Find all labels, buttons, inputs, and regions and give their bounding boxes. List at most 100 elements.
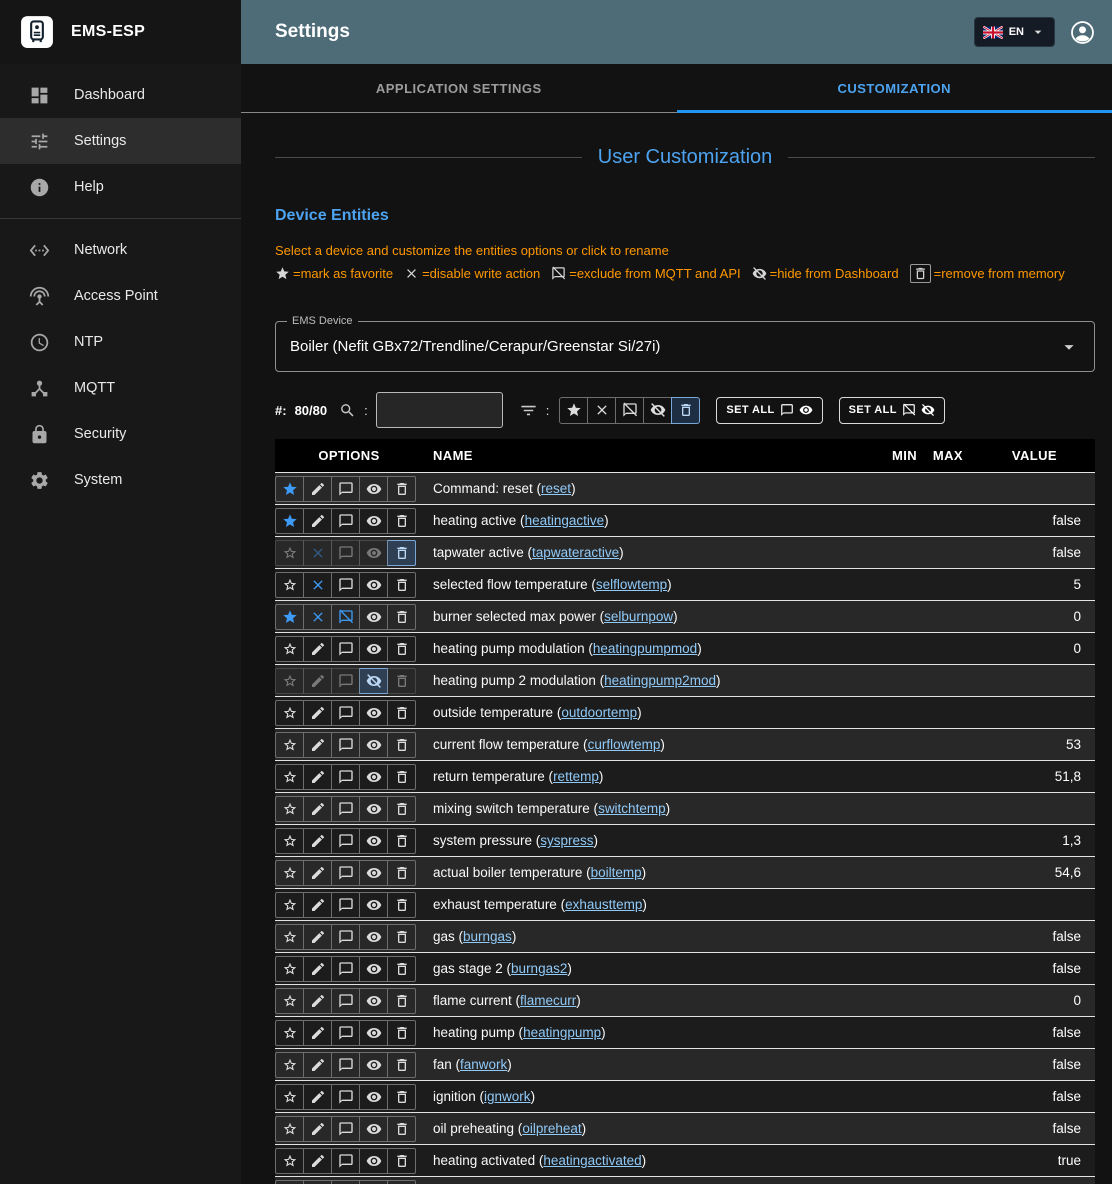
sidebar-item-ntp[interactable]: NTP — [0, 319, 241, 365]
mqtt-exclude-toggle[interactable] — [331, 924, 360, 950]
set-all-show-button[interactable]: SET ALL — [716, 397, 822, 424]
write-disable-toggle[interactable] — [303, 1052, 332, 1078]
mqtt-exclude-toggle[interactable] — [331, 988, 360, 1014]
favorite-toggle[interactable] — [275, 796, 304, 822]
mqtt-exclude-toggle[interactable] — [331, 1020, 360, 1046]
write-disable-toggle[interactable] — [303, 636, 332, 662]
entity-shortname-link[interactable]: syspress — [540, 833, 593, 848]
dashboard-hide-toggle[interactable] — [359, 1148, 388, 1174]
entity-name[interactable]: heating pump 2 modulation (heatingpump2m… — [423, 665, 865, 697]
favorite-toggle[interactable] — [275, 1020, 304, 1046]
write-disable-toggle[interactable] — [303, 732, 332, 758]
write-disable-toggle[interactable] — [303, 860, 332, 886]
remove-toggle[interactable] — [387, 1084, 416, 1110]
mqtt-exclude-toggle[interactable] — [331, 732, 360, 758]
write-disable-toggle[interactable] — [303, 892, 332, 918]
favorite-toggle[interactable] — [275, 604, 304, 630]
entity-name[interactable]: flame current (flamecurr) — [423, 985, 865, 1017]
entity-shortname-link[interactable]: rettemp — [553, 769, 599, 784]
mqtt-exclude-toggle[interactable] — [331, 572, 360, 598]
remove-toggle[interactable] — [387, 764, 416, 790]
mqtt-exclude-toggle[interactable] — [331, 796, 360, 822]
favorite-toggle[interactable] — [275, 572, 304, 598]
remove-toggle[interactable] — [387, 732, 416, 758]
entity-name[interactable]: gas stage 2 (burngas2) — [423, 953, 865, 985]
entity-shortname-link[interactable]: heatingpump — [523, 1025, 601, 1040]
entity-name[interactable]: heating activated (heatingactivated) — [423, 1145, 865, 1177]
favorite-toggle[interactable] — [275, 1148, 304, 1174]
account-button[interactable] — [1069, 19, 1096, 46]
mqtt-exclude-toggle[interactable] — [331, 604, 360, 630]
set-all-hide-button[interactable]: SET ALL — [839, 397, 945, 424]
sidebar-item-mqtt[interactable]: MQTT — [0, 365, 241, 411]
dashboard-hide-toggle[interactable] — [359, 572, 388, 598]
search-input[interactable] — [376, 392, 503, 428]
favorite-toggle[interactable] — [275, 700, 304, 726]
dashboard-hide-toggle[interactable] — [359, 700, 388, 726]
favorite-toggle[interactable] — [275, 828, 304, 854]
remove-toggle[interactable] — [387, 860, 416, 886]
favorite-toggle[interactable] — [275, 476, 304, 502]
favorite-toggle[interactable] — [275, 1116, 304, 1142]
entity-shortname-link[interactable]: boiltemp — [591, 865, 642, 880]
favorite-toggle[interactable] — [275, 892, 304, 918]
dashboard-hide-toggle[interactable] — [359, 1116, 388, 1142]
entity-name[interactable]: actual boiler temperature (boiltemp) — [423, 857, 865, 889]
mqtt-exclude-toggle[interactable] — [331, 1148, 360, 1174]
mqtt-exclude-toggle[interactable] — [331, 1116, 360, 1142]
sidebar-item-access-point[interactable]: Access Point — [0, 273, 241, 319]
mqtt-exclude-toggle[interactable] — [331, 508, 360, 534]
remove-toggle[interactable] — [387, 892, 416, 918]
favorite-toggle[interactable] — [275, 1084, 304, 1110]
remove-toggle[interactable] — [387, 1116, 416, 1142]
write-disable-toggle[interactable] — [303, 668, 332, 694]
entity-shortname-link[interactable]: exhausttemp — [565, 897, 642, 912]
entity-name[interactable]: mixing switch temperature (switchtemp) — [423, 793, 865, 825]
entity-shortname-link[interactable]: outdoortemp — [561, 705, 637, 720]
entity-shortname-link[interactable]: selflowtemp — [596, 577, 667, 592]
tab-application-settings[interactable]: APPLICATION SETTINGS — [241, 64, 677, 112]
mqtt-exclude-toggle[interactable] — [331, 1084, 360, 1110]
remove-toggle[interactable] — [387, 1052, 416, 1078]
remove-toggle[interactable] — [387, 988, 416, 1014]
dashboard-hide-toggle[interactable] — [359, 732, 388, 758]
entity-name[interactable]: fan (fanwork) — [423, 1049, 865, 1081]
entity-shortname-link[interactable]: flamecurr — [520, 993, 576, 1008]
remove-toggle[interactable] — [387, 476, 416, 502]
entity-name[interactable] — [423, 1177, 865, 1184]
remove-toggle[interactable] — [387, 1148, 416, 1174]
ems-device-select[interactable]: EMS Device Boiler (Nefit GBx72/Trendline… — [275, 321, 1095, 372]
remove-toggle[interactable] — [387, 700, 416, 726]
remove-toggle[interactable] — [387, 572, 416, 598]
dashboard-hide-toggle[interactable] — [359, 988, 388, 1014]
entity-name[interactable]: oil preheating (oilpreheat) — [423, 1113, 865, 1145]
entity-shortname-link[interactable]: burngas — [463, 929, 512, 944]
dashboard-hide-toggle[interactable] — [359, 636, 388, 662]
mqtt-exclude-toggle[interactable] — [331, 668, 360, 694]
remove-toggle[interactable] — [387, 508, 416, 534]
entity-shortname-link[interactable]: curflowtemp — [588, 737, 661, 752]
write-disable-toggle[interactable] — [303, 1180, 332, 1184]
entity-shortname-link[interactable]: heatingpump2mod — [604, 673, 716, 688]
write-disable-toggle[interactable] — [303, 508, 332, 534]
sidebar-item-help[interactable]: Help — [0, 164, 241, 210]
dashboard-hide-toggle[interactable] — [359, 764, 388, 790]
filter-toggle-trash[interactable] — [671, 397, 700, 424]
write-disable-toggle[interactable] — [303, 764, 332, 790]
write-disable-toggle[interactable] — [303, 604, 332, 630]
entity-shortname-link[interactable]: fanwork — [460, 1057, 507, 1072]
write-disable-toggle[interactable] — [303, 476, 332, 502]
dashboard-hide-toggle[interactable] — [359, 1180, 388, 1184]
remove-toggle[interactable] — [387, 828, 416, 854]
dashboard-hide-toggle[interactable] — [359, 508, 388, 534]
dashboard-hide-toggle[interactable] — [359, 1020, 388, 1046]
filter-toggle-eye-slash[interactable] — [643, 397, 672, 424]
write-disable-toggle[interactable] — [303, 540, 332, 566]
favorite-toggle[interactable] — [275, 924, 304, 950]
entity-shortname-link[interactable]: reset — [541, 481, 571, 496]
remove-toggle[interactable] — [387, 604, 416, 630]
entity-shortname-link[interactable]: heatingactive — [525, 513, 605, 528]
remove-toggle[interactable] — [387, 1180, 416, 1184]
mqtt-exclude-toggle[interactable] — [331, 1180, 360, 1184]
filter-toggle-comment-slash[interactable] — [615, 397, 644, 424]
